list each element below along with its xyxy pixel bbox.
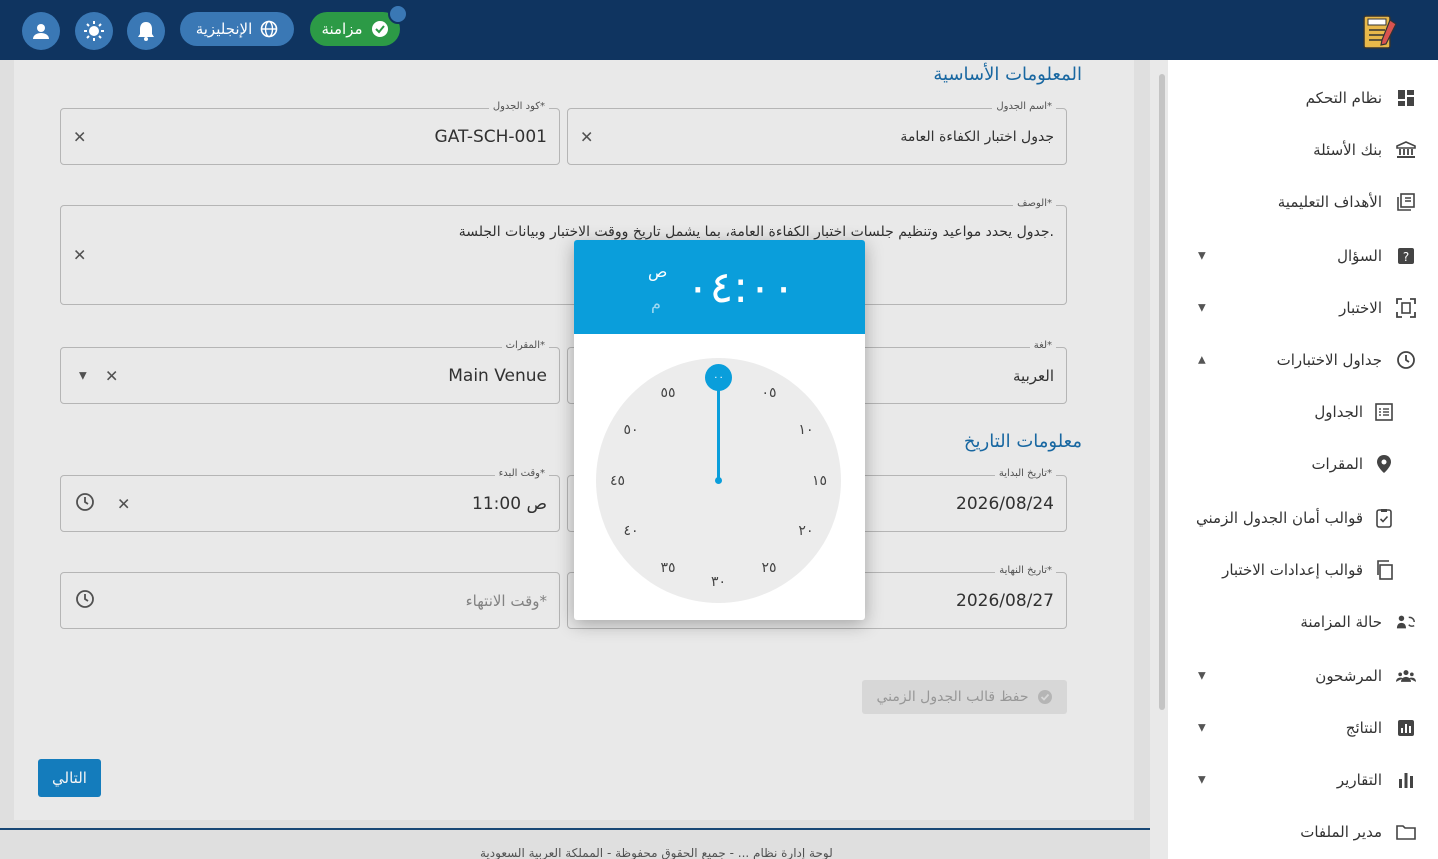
sidebar-item-label: المقرات [1311,455,1363,473]
clock-minute-25[interactable]: ٢٥ [754,558,784,578]
clock-icon [1396,350,1416,370]
sun-icon [84,21,104,41]
sync-button[interactable]: مزامنة [310,12,400,46]
sync-label: مزامنة [321,20,363,38]
caret-up-icon[interactable]: ▲ [1198,355,1206,366]
sidebar-item-people[interactable]: المرشحون ▼ [1168,656,1438,696]
sidebar-item-question[interactable]: ? السؤال ▼ [1168,236,1438,276]
sidebar-item-dashboard[interactable]: نظام التحكم [1168,78,1438,118]
time-picker-dialog: ٠٤:٠٠ ص م ٠٠ ٠٥ ١٠ ١٥ ٢٠ ٢٥ ٣٠ ٣٥ ٤٠ ٤٥ ٥٠ ٥٥ [574,240,865,620]
sidebar-item-goals[interactable]: الأهداف التعليمية [1168,182,1438,222]
sidebar-item-results[interactable]: النتائج ▼ [1168,708,1438,748]
bank-icon [1396,140,1416,160]
sidebar-item-label: التقارير [1336,771,1382,789]
svg-text:?: ? [1403,250,1409,264]
copy-icon [1374,560,1394,580]
clock-minute-45[interactable]: ٤٥ [603,471,633,491]
clock-minute-10[interactable]: ١٠ [791,420,821,440]
globe-icon [260,20,278,38]
sidebar-item-label: قوالب إعدادات الاختبار [1222,561,1363,579]
caret-down-icon[interactable]: ▼ [1198,251,1206,262]
sidebar-item-clock[interactable]: جداول الاختبارات ▲ [1168,340,1438,380]
sync-status-icon [1396,612,1416,632]
clock-minute-20[interactable]: ٢٠ [791,521,821,541]
check-circle-icon [371,21,388,37]
sidebar-item-label: النتائج [1345,719,1382,737]
question-icon: ? [1396,246,1416,266]
scrollbar[interactable] [1157,64,1167,854]
sidebar-item-label: بنك الأسئلة [1313,141,1382,159]
exam-logo-icon[interactable] [1360,12,1400,50]
sidebar-item-secure[interactable]: قوالب أمان الجدول الزمني [1168,498,1438,538]
time-picker-header: ٠٤:٠٠ ص م [574,240,865,334]
notifications-button[interactable] [127,12,165,50]
top-bar: الإنجليزية مزامنة [0,0,1438,60]
language-button[interactable]: الإنجليزية [180,12,294,46]
secure-icon [1374,508,1394,528]
scrollbar-thumb[interactable] [1159,74,1165,710]
sidebar-item-reports[interactable]: التقارير ▼ [1168,760,1438,800]
sidebar: نظام التحكم بنك الأسئلة الأهداف التعليمية?… [1168,60,1438,859]
sidebar-item-label: قوالب أمان الجدول الزمني [1196,509,1363,527]
sidebar-item-label: مدير الملفات [1300,823,1382,841]
language-label: الإنجليزية [195,20,253,38]
clock-center [715,477,722,484]
results-icon [1396,718,1416,738]
caret-down-icon[interactable]: ▼ [1198,723,1206,734]
picker-time-display[interactable]: ٠٤:٠٠ [686,262,795,313]
clock-hand [717,379,720,480]
sync-indicator [388,4,408,24]
list-icon [1374,402,1394,422]
sidebar-item-label: المرشحون [1315,667,1382,685]
caret-down-icon[interactable]: ▼ [1198,671,1206,682]
clock-selected-minute[interactable]: ٠٠ [705,364,732,391]
sidebar-item-exam[interactable]: الاختبار ▼ [1168,288,1438,328]
user-icon [33,24,49,39]
sidebar-item-bank[interactable]: بنك الأسئلة [1168,130,1438,170]
sidebar-item-label: جداول الاختبارات [1276,351,1382,369]
clock-minute-15[interactable]: ١٥ [805,471,835,491]
sidebar-item-label: السؤال [1337,247,1382,265]
goals-icon [1396,192,1416,212]
sidebar-item-location[interactable]: المقرات [1168,444,1438,484]
reports-icon [1396,770,1416,790]
sidebar-item-copy[interactable]: قوالب إعدادات الاختبار [1168,550,1438,590]
picker-pm-toggle[interactable]: م [651,294,661,313]
people-icon [1396,666,1416,686]
theme-toggle-button[interactable] [75,12,113,50]
dashboard-icon [1396,88,1416,108]
picker-am-toggle[interactable]: ص [648,262,667,281]
clock-minute-40[interactable]: ٤٠ [616,521,646,541]
location-icon [1374,454,1394,474]
sidebar-item-label: الاختبار [1339,299,1382,317]
clock-minute-35[interactable]: ٣٥ [653,558,683,578]
clock-minute-50[interactable]: ٥٠ [616,420,646,440]
profile-button[interactable] [22,12,60,50]
sidebar-item-label: الأهداف التعليمية [1277,193,1382,211]
sidebar-item-sync-status[interactable]: حالة المزامنة [1168,602,1438,642]
folder-icon [1396,822,1416,842]
clock-minute-30[interactable]: ٣٠ [704,572,734,592]
clock-minute-55[interactable]: ٥٥ [653,383,683,403]
sidebar-item-label: الجداول [1314,403,1363,421]
clock-minute-5[interactable]: ٠٥ [754,383,784,403]
bell-icon [138,22,154,41]
exam-icon [1396,298,1416,318]
caret-down-icon[interactable]: ▼ [1198,775,1206,786]
sidebar-item-label: حالة المزامنة [1300,613,1382,631]
sidebar-item-folder[interactable]: مدير الملفات [1168,812,1438,852]
sidebar-item-list[interactable]: الجداول [1168,392,1438,432]
sidebar-item-label: نظام التحكم [1305,89,1382,107]
caret-down-icon[interactable]: ▼ [1198,303,1206,314]
